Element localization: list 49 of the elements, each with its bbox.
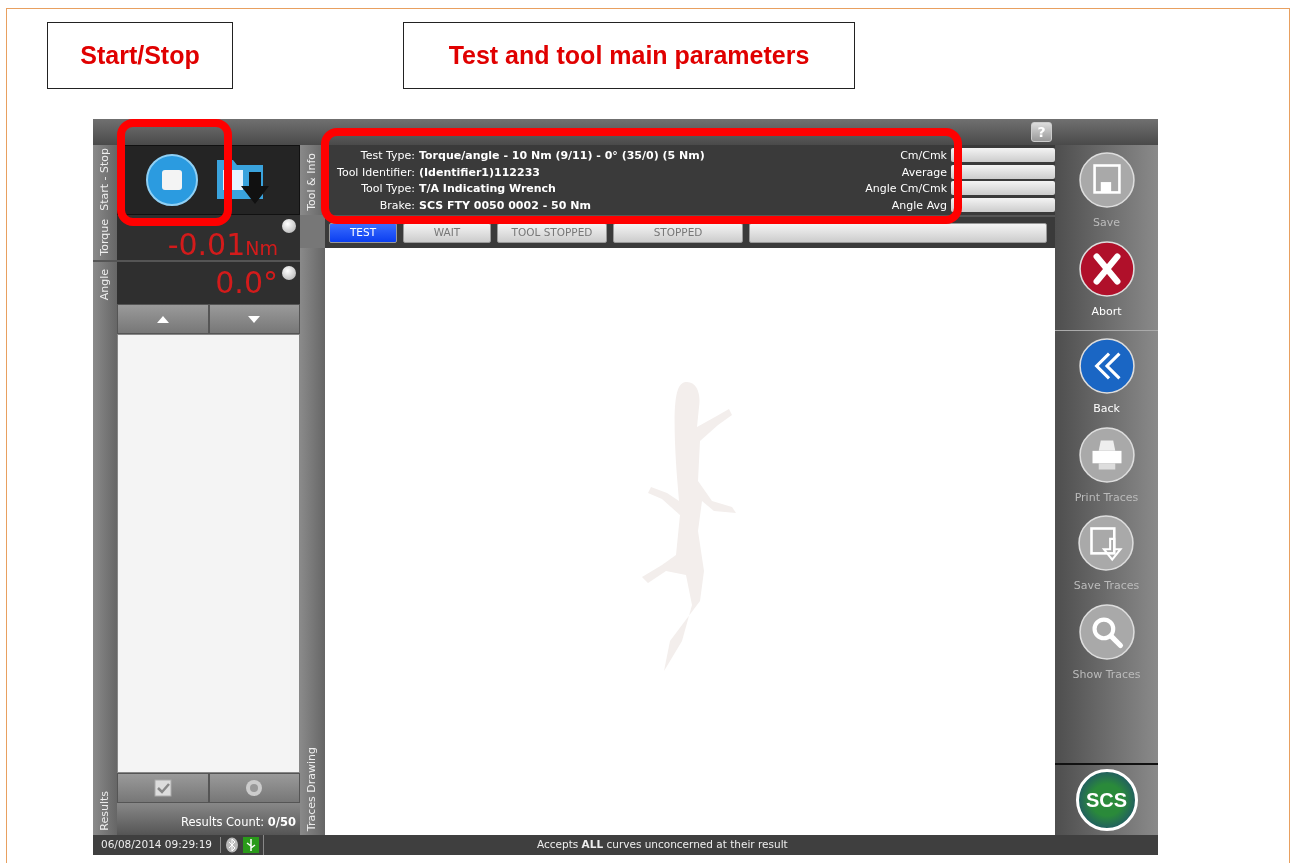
- field-value: SCS FTY 0050 0002 - 50 Nm: [419, 197, 592, 214]
- field-label: Brake:: [378, 197, 415, 214]
- torque-readout: -0.01 Nm: [167, 230, 278, 260]
- usb-icon: [243, 837, 259, 853]
- stat-label: Cm/Cmk: [899, 148, 947, 164]
- date-time: 06/08/2014 09:29:19: [93, 837, 221, 853]
- indicator-dot-icon: [282, 266, 296, 280]
- callout-label: Test and tool main parameters: [403, 22, 855, 89]
- double-chevron-icon: [1077, 337, 1136, 395]
- status-message: Accepts ALL curves unconcerned at their result: [537, 837, 789, 853]
- cross-icon: [1077, 239, 1136, 298]
- up-triangle-icon: [156, 315, 169, 323]
- magnifier-icon: [1077, 602, 1136, 661]
- stop-button[interactable]: [144, 153, 199, 207]
- scroll-down-button[interactable]: [208, 304, 300, 334]
- side-tab[interactable]: Torque: [93, 215, 117, 260]
- side-tab[interactable]: Traces Drawing: [300, 248, 325, 835]
- checkbox-button[interactable]: [117, 773, 209, 803]
- stat-label: Average: [900, 164, 947, 181]
- angle-readout: 0.0°: [215, 268, 278, 298]
- status-tab[interactable]: TOOL STOPPED: [497, 222, 607, 243]
- side-tab[interactable]: Start - Stop: [93, 145, 117, 215]
- down-triangle-icon: [248, 315, 261, 323]
- round-icon: [245, 779, 264, 797]
- field-label: Tool Type:: [360, 181, 415, 197]
- printer-icon: [1077, 425, 1136, 484]
- scroll-up-button[interactable]: [117, 304, 209, 334]
- sidebar-button[interactable]: Back: [1077, 337, 1136, 424]
- floppy-disk-icon: [1077, 151, 1136, 209]
- indicator-dot-icon: [282, 219, 296, 233]
- checkmark-icon: [153, 779, 172, 797]
- logo: SCS: [1075, 769, 1138, 831]
- field-label: Tool Identifier:: [336, 164, 415, 181]
- status-tab[interactable]: TEST: [329, 222, 397, 243]
- status-tab[interactable]: STOPPED: [613, 222, 743, 243]
- side-tab[interactable]: Angle: [93, 262, 117, 304]
- bluetooth-icon: [225, 837, 239, 853]
- field-label: Test Type:: [359, 148, 415, 164]
- clear-button[interactable]: [208, 773, 300, 803]
- callout-label: Start/Stop: [47, 22, 233, 89]
- status-tab[interactable]: WAIT: [403, 222, 491, 243]
- field-value: Torque/angle - 10 Nm (9/11) - 0° (35/0) (5 Nm): [419, 148, 706, 164]
- stat-label: Angle Avg: [890, 197, 947, 214]
- side-tab[interactable]: Results: [93, 304, 117, 835]
- field-value: (Identifier1)112233: [419, 164, 541, 181]
- stat-label: Angle Cm/Cmk: [865, 181, 947, 197]
- field-value: T/A Indicating Wrench: [419, 181, 557, 197]
- results-count: Results Count: 0/50: [180, 813, 296, 831]
- sidebar-button[interactable]: Abort: [1077, 239, 1136, 326]
